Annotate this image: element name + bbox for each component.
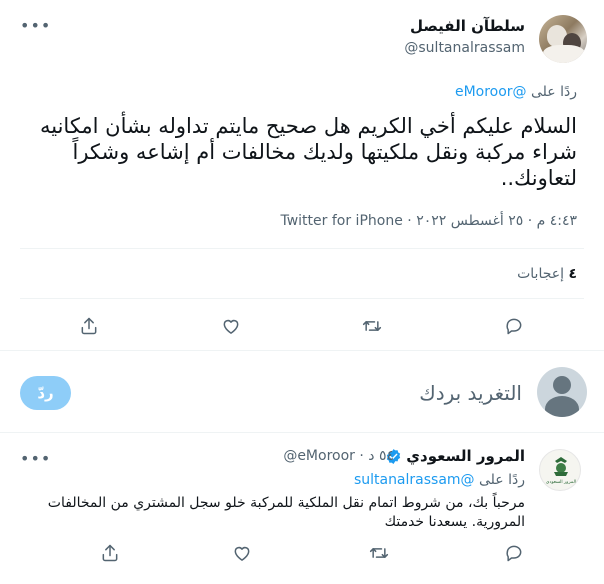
- author-handle[interactable]: @eMoroor: [283, 448, 355, 464]
- divider: [20, 248, 584, 249]
- more-options-icon[interactable]: •••: [20, 451, 51, 467]
- likes-count[interactable]: ٤ إعجابات: [517, 266, 577, 282]
- share-icon[interactable]: [74, 311, 104, 341]
- tweet-handle-time: @eMoroor · ٥٤ د: [283, 448, 394, 464]
- tweet-text: السلام عليكم أخي الكريم هل صحيح مايتم تد…: [39, 114, 577, 190]
- replying-to-handle[interactable]: @sultanalrassam: [354, 472, 475, 488]
- share-icon[interactable]: [95, 538, 125, 568]
- reply-icon[interactable]: [499, 538, 529, 568]
- divider: [20, 298, 584, 299]
- reply-compose-input[interactable]: التغريد بردك: [419, 381, 522, 405]
- author-handle[interactable]: @sultanalrassam: [404, 40, 525, 56]
- replying-to-handle[interactable]: @eMoroor: [455, 84, 527, 100]
- author-name[interactable]: المرور السعودي: [385, 447, 525, 465]
- separator: ·: [354, 448, 369, 464]
- author-avatar[interactable]: [539, 15, 587, 63]
- more-options-icon[interactable]: •••: [20, 18, 51, 34]
- divider: [0, 432, 604, 433]
- moroor-logo-text: المرور السعودي: [546, 480, 576, 485]
- replying-to: ردًا على @eMoroor: [455, 84, 577, 100]
- likes-label: إعجابات: [517, 266, 569, 282]
- like-icon[interactable]: [227, 538, 257, 568]
- tweet-time[interactable]: ٥٤ د: [368, 448, 394, 464]
- replying-to-prefix: ردًا على: [526, 84, 577, 100]
- reply-button[interactable]: ردّ: [20, 376, 71, 410]
- moroor-avatar[interactable]: المرور السعودي: [539, 449, 581, 491]
- retweet-icon[interactable]: [357, 311, 387, 341]
- tweet-timestamp[interactable]: ٤:٤٣ م · ٢٥ أغسطس ٢٠٢٢ · Twitter for iPh…: [280, 213, 577, 229]
- replying-to-prefix: ردًا على: [474, 472, 525, 488]
- reply-icon[interactable]: [499, 311, 529, 341]
- author-name[interactable]: سلطآن الفيصل: [410, 17, 525, 35]
- replying-to: ردًا على @sultanalrassam: [354, 472, 525, 488]
- divider: [0, 350, 604, 351]
- likes-number: ٤: [568, 266, 577, 282]
- tweet-text: مرحباً بك، من شروط اتمام نقل الملكية للم…: [47, 495, 525, 530]
- user-avatar[interactable]: [537, 367, 587, 417]
- like-icon[interactable]: [216, 311, 246, 341]
- retweet-icon[interactable]: [364, 538, 394, 568]
- author-name-text: المرور السعودي: [406, 447, 525, 465]
